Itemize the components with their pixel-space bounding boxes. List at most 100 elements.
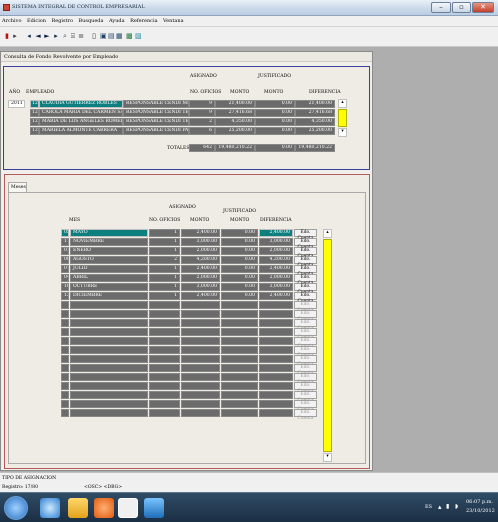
edo-cuenta-button[interactable]: Edo. Cuenta: [294, 310, 317, 322]
month-oficios[interactable]: 1: [149, 292, 180, 300]
month-asignado[interactable]: 2,400.00: [181, 229, 220, 237]
month-number[interactable]: [61, 346, 69, 354]
language-indicator[interactable]: ES: [425, 504, 432, 510]
month-justificado[interactable]: [221, 310, 258, 318]
edo-cuenta-button[interactable]: Edo. Cuenta: [294, 292, 317, 304]
edo-cuenta-button[interactable]: Edo. Cuenta: [294, 247, 317, 259]
months-scroll-track[interactable]: [323, 239, 332, 452]
month-asignado[interactable]: [181, 391, 220, 399]
month-oficios[interactable]: [149, 310, 180, 318]
month-number[interactable]: 01: [61, 247, 69, 255]
month-number[interactable]: 10: [61, 283, 69, 291]
month-asignado[interactable]: 3,000.00: [181, 238, 220, 246]
month-oficios[interactable]: [149, 409, 180, 417]
employee-id[interactable]: 122: [30, 100, 39, 108]
employee-name[interactable]: MARIELA ALMONTE CABRERA: [39, 127, 123, 135]
month-number[interactable]: 12: [61, 292, 69, 300]
clock-date[interactable]: 23/10/2012: [466, 508, 495, 514]
month-oficios[interactable]: [149, 346, 180, 354]
edo-cuenta-button[interactable]: Edo. Cuenta: [294, 238, 317, 250]
employee-oficios[interactable]: 9: [189, 109, 215, 117]
employee-asignado[interactable]: 25,200.00: [215, 127, 255, 135]
month-diferencia[interactable]: 2,000.00: [259, 274, 293, 282]
month-justificado[interactable]: [221, 373, 258, 381]
month-oficios[interactable]: [149, 301, 180, 309]
tab-meses[interactable]: Meses: [8, 182, 27, 192]
employee-justificado[interactable]: 0.00: [255, 118, 295, 126]
save-icon[interactable]: ▣: [100, 32, 107, 41]
last-record-icon[interactable]: ▸: [53, 32, 59, 41]
month-diferencia[interactable]: 2,400.00: [259, 292, 293, 300]
month-name[interactable]: [70, 310, 148, 318]
month-number[interactable]: [61, 301, 69, 309]
employee-name[interactable]: MARIA DE LOS ANGELES ROMERO DIAZ: [39, 118, 123, 126]
month-oficios[interactable]: 2: [149, 256, 180, 264]
employee-oficios[interactable]: 9: [189, 100, 215, 108]
month-diferencia[interactable]: 2,400.00: [259, 265, 293, 273]
month-justificado[interactable]: 0.00: [221, 247, 258, 255]
month-diferencia[interactable]: [259, 301, 293, 309]
edo-cuenta-button[interactable]: Edo. Cuenta: [294, 373, 317, 385]
month-name[interactable]: [70, 391, 148, 399]
month-oficios[interactable]: 1: [149, 283, 180, 291]
edo-cuenta-button[interactable]: Edo. Cuenta: [294, 301, 317, 313]
month-name[interactable]: ENERO: [70, 247, 148, 255]
month-asignado[interactable]: 3,000.00: [181, 283, 220, 291]
menu-ventana[interactable]: Ventana: [161, 16, 186, 24]
pointer-icon[interactable]: ▸: [12, 32, 18, 41]
month-number[interactable]: [61, 328, 69, 336]
month-oficios[interactable]: [149, 400, 180, 408]
employee-name[interactable]: CAROLA MARIA DEL CARMEN SANDERS: [39, 109, 123, 117]
month-name[interactable]: [70, 328, 148, 336]
employee-diferencia[interactable]: 21,400.00: [295, 100, 335, 108]
menu-archivo[interactable]: Archivo: [0, 16, 23, 24]
search-icon[interactable]: ⌕: [62, 32, 68, 41]
edo-cuenta-button[interactable]: Edo. Cuenta: [294, 400, 317, 412]
employee-diferencia[interactable]: 4,350.00: [295, 118, 335, 126]
month-number[interactable]: 04: [61, 274, 69, 282]
employee-puesto[interactable]: RESPONSABLE CENDI PADRES: [123, 127, 189, 135]
month-asignado[interactable]: [181, 319, 220, 327]
month-oficios[interactable]: 1: [149, 265, 180, 273]
edo-cuenta-button[interactable]: Edo. Cuenta: [294, 382, 317, 394]
month-justificado[interactable]: 0.00: [221, 229, 258, 237]
employee-diferencia[interactable]: 27,416.68: [295, 109, 335, 117]
filter-icon[interactable]: ⌸: [70, 32, 76, 41]
menu-registro[interactable]: Registro: [50, 16, 76, 24]
month-justificado[interactable]: [221, 364, 258, 372]
employee-puesto[interactable]: RESPONSABLE CENDI MELCHO: [123, 100, 189, 108]
month-diferencia[interactable]: [259, 409, 293, 417]
scroll-down-button[interactable]: ▾: [338, 128, 347, 137]
edo-cuenta-button[interactable]: Edo. Cuenta: [294, 328, 317, 340]
scroll-up-button[interactable]: ▴: [338, 99, 347, 108]
month-diferencia[interactable]: [259, 328, 293, 336]
edo-cuenta-button[interactable]: Edo. Cuenta: [294, 265, 317, 277]
employee-asignado[interactable]: 4,350.00: [215, 118, 255, 126]
month-name[interactable]: DICIEMBRE: [70, 292, 148, 300]
month-name[interactable]: JULIO: [70, 265, 148, 273]
month-number[interactable]: 11: [61, 238, 69, 246]
month-name[interactable]: MAYO: [70, 229, 148, 237]
edo-cuenta-button[interactable]: Edo. Cuenta: [294, 337, 317, 349]
month-diferencia[interactable]: [259, 364, 293, 372]
month-asignado[interactable]: [181, 310, 220, 318]
month-asignado[interactable]: 4,200.00: [181, 256, 220, 264]
employee-justificado[interactable]: 0.00: [255, 100, 295, 108]
folder-icon[interactable]: [68, 498, 88, 518]
month-justificado[interactable]: [221, 319, 258, 327]
month-name[interactable]: ABRIL: [70, 274, 148, 282]
month-name[interactable]: OCTUBRE: [70, 283, 148, 291]
month-oficios[interactable]: [149, 319, 180, 327]
month-justificado[interactable]: [221, 382, 258, 390]
month-asignado[interactable]: [181, 409, 220, 417]
month-oficios[interactable]: [149, 373, 180, 381]
month-name[interactable]: [70, 400, 148, 408]
book-icon[interactable]: ▮: [4, 32, 10, 41]
month-diferencia[interactable]: [259, 319, 293, 327]
month-number[interactable]: [61, 337, 69, 345]
month-justificado[interactable]: 0.00: [221, 256, 258, 264]
month-asignado[interactable]: [181, 301, 220, 309]
month-asignado[interactable]: [181, 355, 220, 363]
help-icon[interactable]: ▩: [126, 32, 133, 41]
month-name[interactable]: AGOSTO: [70, 256, 148, 264]
